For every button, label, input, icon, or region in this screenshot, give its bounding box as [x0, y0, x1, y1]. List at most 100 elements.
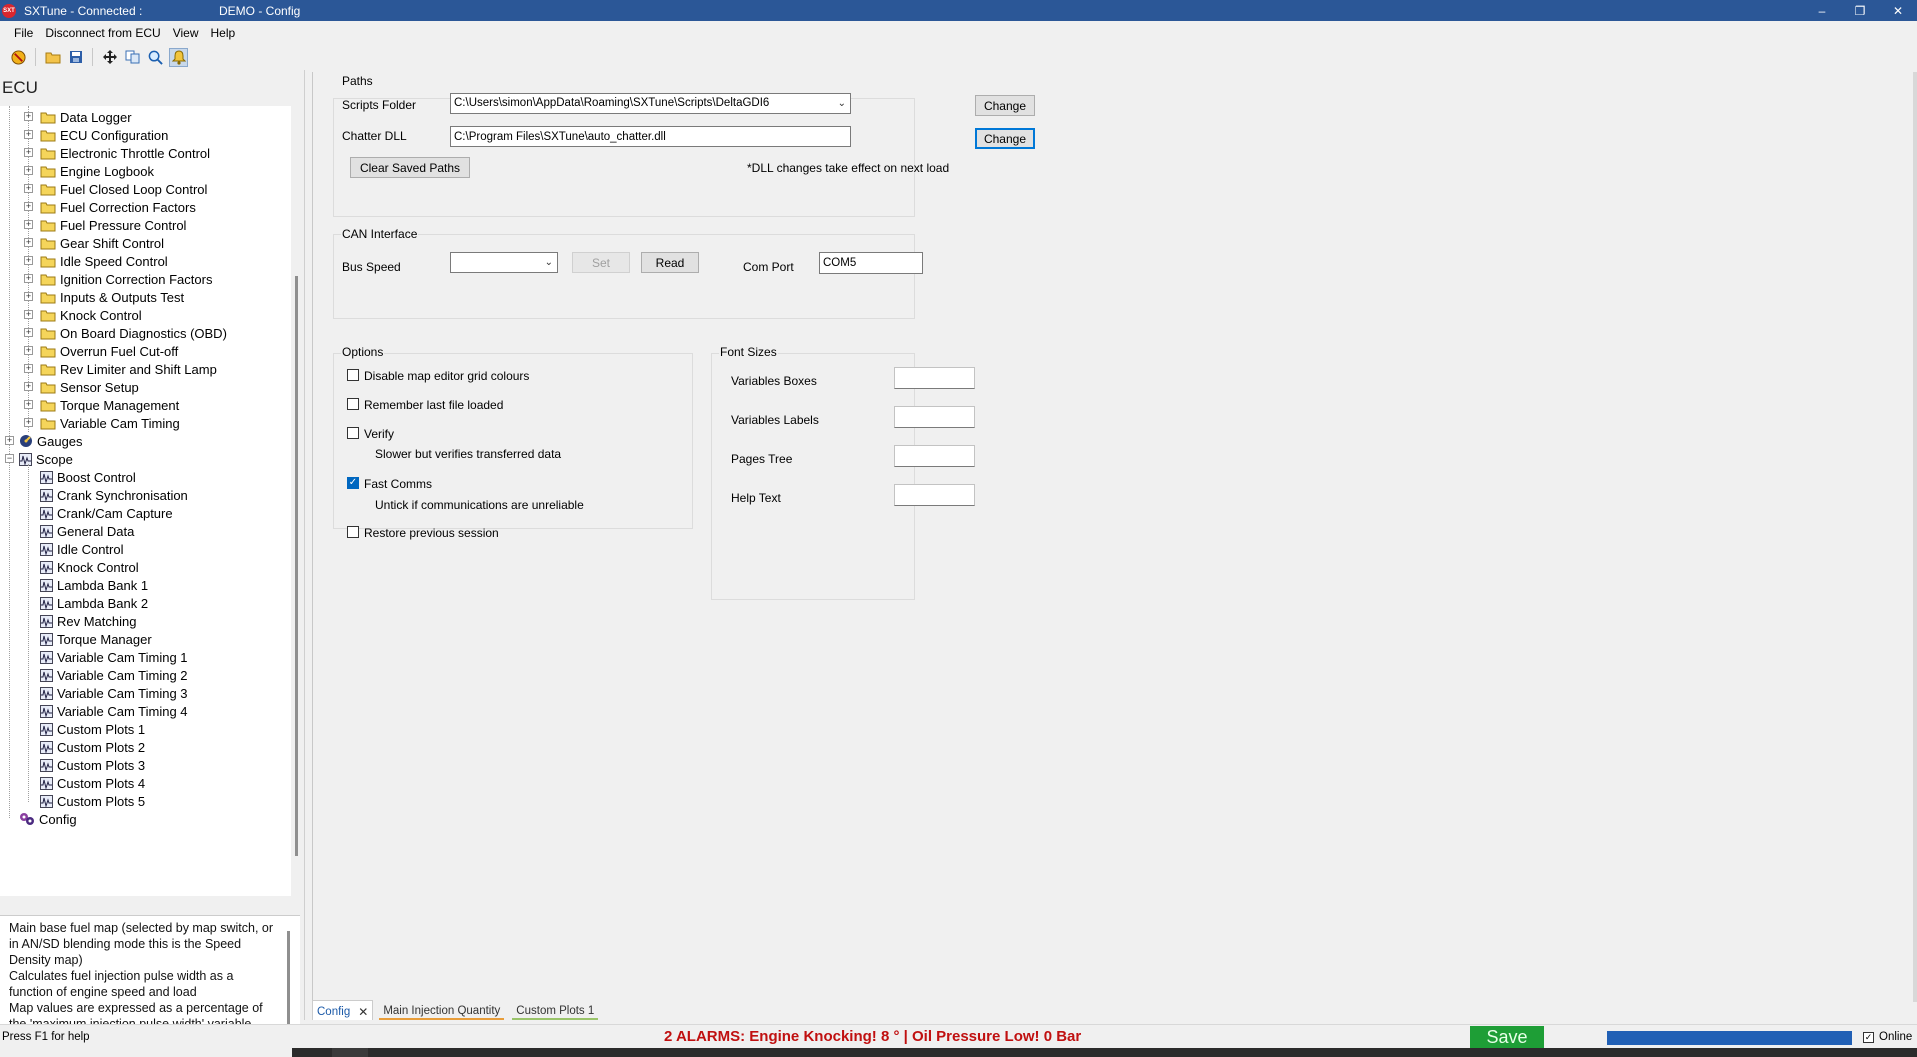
tree-item-scope-page[interactable]: Lambda Bank 2: [40, 594, 148, 612]
tree-item-ecu-folder[interactable]: + Variable Cam Timing: [24, 414, 180, 432]
tree-item-scope-page[interactable]: Idle Control: [40, 540, 123, 558]
com-port-field[interactable]: COM5: [819, 252, 923, 274]
arrows-icon[interactable]: [100, 48, 119, 67]
tree-scrollbar-thumb[interactable]: [295, 276, 298, 856]
tree-item-scope-page[interactable]: Crank Synchronisation: [40, 486, 188, 504]
expand-icon[interactable]: +: [24, 148, 33, 157]
tree-item-scope-page[interactable]: Rev Matching: [40, 612, 136, 630]
tree-item-ecu-folder[interactable]: + Inputs & Outputs Test: [24, 288, 184, 306]
ecu-tree[interactable]: + Data Logger + ECU Configuration + Electroni…: [0, 106, 291, 896]
main-scrollbar[interactable]: [1913, 72, 1917, 1002]
tree-item-ecu-folder[interactable]: + Fuel Pressure Control: [24, 216, 186, 234]
help-text-size-input[interactable]: [894, 484, 975, 506]
alarm-bell-icon[interactable]: [169, 47, 188, 67]
tree-item-ecu-folder[interactable]: + Engine Logbook: [24, 162, 154, 180]
tree-item-ecu-folder[interactable]: + Data Logger: [24, 108, 132, 126]
tree-item-ecu-folder[interactable]: + Gear Shift Control: [24, 234, 164, 252]
menu-help[interactable]: Help: [205, 26, 242, 40]
tree-item-scope-page[interactable]: Custom Plots 1: [40, 720, 145, 738]
tree-scrollbar[interactable]: [291, 106, 304, 896]
expand-icon[interactable]: +: [24, 382, 33, 391]
tree-item-scope-page[interactable]: Torque Manager: [40, 630, 152, 648]
chatter-dll-field[interactable]: C:\Program Files\SXTune\auto_chatter.dll: [450, 126, 851, 147]
tree-item-ecu-folder[interactable]: + Fuel Closed Loop Control: [24, 180, 207, 198]
remember-file-checkbox[interactable]: [347, 398, 359, 410]
restore-session-checkbox[interactable]: [347, 526, 359, 538]
tab-main-injection-quantity[interactable]: Main Injection Quantity: [379, 1002, 505, 1020]
tree-item-ecu-folder[interactable]: + Overrun Fuel Cut-off: [24, 342, 178, 360]
expand-icon[interactable]: +: [24, 346, 33, 355]
save-icon[interactable]: [66, 48, 85, 67]
open-folder-icon[interactable]: [43, 48, 62, 67]
tree-item-ecu-folder[interactable]: + Ignition Correction Factors: [24, 270, 212, 288]
tree-item-ecu-folder[interactable]: + Rev Limiter and Shift Lamp: [24, 360, 217, 378]
var-labels-input[interactable]: [894, 406, 975, 428]
menu-file[interactable]: File: [8, 26, 39, 40]
expand-icon[interactable]: +: [24, 400, 33, 409]
set-button[interactable]: Set: [572, 252, 630, 273]
read-button[interactable]: Read: [641, 252, 699, 273]
tab-custom-plots-1[interactable]: Custom Plots 1: [512, 1002, 599, 1020]
bus-speed-combo[interactable]: ⌄: [450, 252, 558, 273]
change-chatter-button[interactable]: Change: [975, 128, 1035, 149]
tree-item-scope-page[interactable]: Boost Control: [40, 468, 136, 486]
change-scripts-button[interactable]: Change: [975, 95, 1035, 116]
pages-tree-input[interactable]: [894, 445, 975, 467]
tree-item-scope-page[interactable]: Knock Control: [40, 558, 139, 576]
scripts-folder-combo[interactable]: C:\Users\simon\AppData\Roaming\SXTune\Sc…: [450, 93, 851, 114]
tree-item-ecu-folder[interactable]: + Knock Control: [24, 306, 142, 324]
tree-item-scope-page[interactable]: Variable Cam Timing 4: [40, 702, 188, 720]
menu-disconnect[interactable]: Disconnect from ECU: [39, 26, 166, 40]
stop-icon[interactable]: [9, 48, 28, 67]
clear-saved-paths-button[interactable]: Clear Saved Paths: [350, 157, 470, 178]
tab-config[interactable]: Config ✕: [312, 1000, 374, 1020]
close-button[interactable]: ✕: [1879, 0, 1917, 21]
search-icon[interactable]: [146, 48, 165, 67]
expand-icon[interactable]: +: [24, 220, 33, 229]
expand-icon[interactable]: +: [5, 436, 14, 445]
expand-icon[interactable]: +: [24, 202, 33, 211]
expand-icon[interactable]: +: [24, 310, 33, 319]
expand-icon[interactable]: +: [24, 364, 33, 373]
tab-close-icon[interactable]: ✕: [358, 1005, 368, 1019]
tree-item-scope-page[interactable]: Variable Cam Timing 2: [40, 666, 188, 684]
menu-view[interactable]: View: [167, 26, 205, 40]
minimize-button[interactable]: –: [1803, 0, 1841, 21]
tree-item-ecu-folder[interactable]: + Sensor Setup: [24, 378, 139, 396]
tree-item-scope-page[interactable]: Custom Plots 4: [40, 774, 145, 792]
tree-item-config[interactable]: Config: [19, 810, 77, 828]
tree-item-scope-page[interactable]: Custom Plots 2: [40, 738, 145, 756]
expand-icon[interactable]: +: [24, 184, 33, 193]
expand-icon[interactable]: +: [24, 418, 33, 427]
expand-icon[interactable]: +: [24, 292, 33, 301]
expand-icon[interactable]: +: [24, 238, 33, 247]
tree-item-gauges[interactable]: + Gauges: [5, 432, 83, 450]
var-boxes-input[interactable]: [894, 367, 975, 389]
disable-grid-checkbox[interactable]: [347, 369, 359, 381]
expand-icon[interactable]: +: [24, 130, 33, 139]
fast-comms-checkbox[interactable]: ✓: [347, 477, 359, 489]
expand-icon[interactable]: +: [24, 112, 33, 121]
tree-item-ecu-folder[interactable]: + Fuel Correction Factors: [24, 198, 196, 216]
copy-icon[interactable]: [123, 48, 142, 67]
tree-item-ecu-folder[interactable]: + Electronic Throttle Control: [24, 144, 210, 162]
collapse-icon[interactable]: −: [5, 454, 14, 463]
tree-item-scope-page[interactable]: Lambda Bank 1: [40, 576, 148, 594]
restore-button[interactable]: ❐: [1841, 0, 1879, 21]
tree-item-scope-page[interactable]: Variable Cam Timing 1: [40, 648, 188, 666]
panel-splitter[interactable]: [304, 70, 312, 1020]
tree-item-scope-page[interactable]: Custom Plots 5: [40, 792, 145, 810]
expand-icon[interactable]: +: [24, 256, 33, 265]
tree-item-scope-page[interactable]: Variable Cam Timing 3: [40, 684, 188, 702]
expand-icon[interactable]: +: [24, 274, 33, 283]
online-checkbox[interactable]: ✓: [1863, 1032, 1874, 1043]
tree-item-ecu-folder[interactable]: + Torque Management: [24, 396, 179, 414]
expand-icon[interactable]: +: [24, 328, 33, 337]
tree-item-ecu-folder[interactable]: + On Board Diagnostics (OBD): [24, 324, 227, 342]
expand-icon[interactable]: +: [24, 166, 33, 175]
tree-item-scope-page[interactable]: Custom Plots 3: [40, 756, 145, 774]
verify-checkbox[interactable]: [347, 427, 359, 439]
tree-item-ecu-folder[interactable]: + ECU Configuration: [24, 126, 168, 144]
save-button[interactable]: Save: [1470, 1026, 1544, 1048]
tree-item-scope-page[interactable]: General Data: [40, 522, 134, 540]
